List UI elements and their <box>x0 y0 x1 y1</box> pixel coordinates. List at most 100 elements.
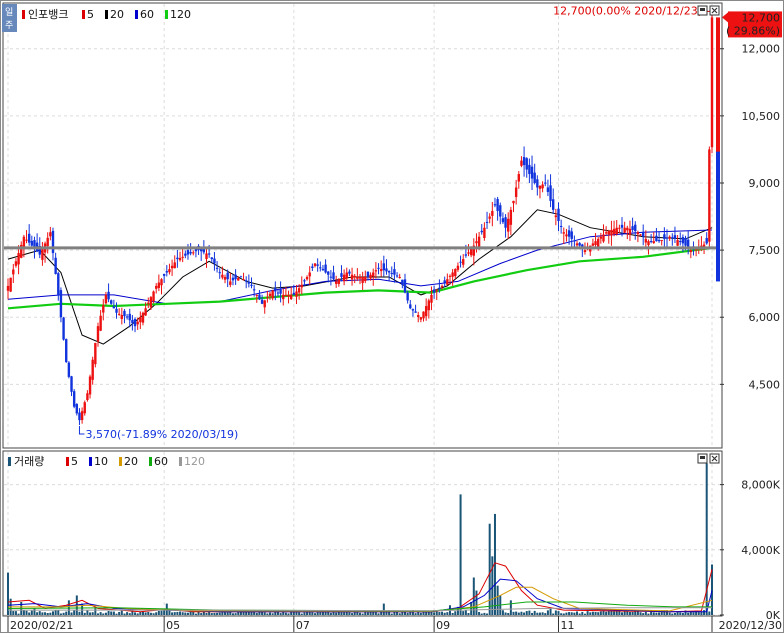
candle-body <box>17 253 20 265</box>
candle-body <box>681 237 685 244</box>
volume-bar <box>59 613 62 615</box>
candle-body <box>448 275 452 277</box>
volume-bar <box>335 612 338 615</box>
candle-body <box>80 411 84 421</box>
candle-body <box>128 313 131 321</box>
price-tick-label: 6,000 <box>749 311 781 324</box>
volume-bar <box>141 611 144 615</box>
volume-bar <box>269 612 272 615</box>
candle-body <box>626 227 629 231</box>
candle-body <box>512 200 515 204</box>
candle-body <box>242 279 245 281</box>
candle-body <box>70 376 73 392</box>
volume-bar <box>475 590 478 615</box>
volume-bar <box>139 611 142 615</box>
volume-bar <box>671 613 674 615</box>
candle-body <box>596 238 600 248</box>
volume-bar <box>560 613 563 615</box>
volume-bar <box>467 612 470 615</box>
volume-bar <box>544 613 547 615</box>
candle-body <box>51 230 55 254</box>
legend-label-5: 5 <box>87 8 94 21</box>
candle-body <box>189 251 192 254</box>
volume-bar <box>419 612 422 615</box>
candle-body <box>334 281 338 284</box>
legend-series-marker <box>22 10 25 19</box>
candle-body <box>411 309 415 311</box>
candle-body <box>710 17 714 148</box>
volume-bar <box>44 612 47 615</box>
volume-bar <box>152 613 155 615</box>
candle-body <box>665 237 669 239</box>
volume-bar <box>128 613 131 615</box>
volume-bar <box>573 612 576 615</box>
volume-bar <box>687 612 690 615</box>
volume-bar <box>255 612 258 615</box>
candle-body <box>300 284 303 288</box>
volume-bar <box>144 612 147 615</box>
volume-bar <box>483 612 486 615</box>
candle-body <box>152 291 155 302</box>
candle-body <box>123 310 126 317</box>
candle-body <box>274 288 277 292</box>
volume-bar <box>462 611 465 615</box>
candle-body <box>263 300 266 308</box>
x-tick-label: 07 <box>296 619 310 632</box>
candle-body <box>102 305 105 313</box>
candle-body <box>641 231 645 237</box>
volume-bar <box>163 610 166 615</box>
volume-bar <box>147 611 150 615</box>
volume-bar <box>284 612 287 615</box>
candle-body <box>266 297 269 299</box>
candle-body <box>689 250 693 253</box>
candle-body <box>149 297 153 308</box>
volume-bar <box>451 612 454 615</box>
volume-legend-marker-10 <box>89 457 92 466</box>
volume-bar <box>107 611 110 615</box>
volume-legend-label-5: 5 <box>71 455 78 468</box>
candle-body <box>379 269 383 272</box>
volume-legend-marker <box>8 457 11 466</box>
candle-body <box>348 271 351 274</box>
volume-bar <box>464 610 467 615</box>
candle-body <box>313 263 317 266</box>
volume-bar <box>239 612 242 615</box>
candle-body <box>554 215 558 218</box>
volume-bar <box>613 611 616 615</box>
volume-bar <box>73 610 76 615</box>
volume-bar <box>578 613 581 615</box>
candle-body <box>438 287 441 289</box>
candle-body <box>250 284 253 286</box>
volume-bar <box>594 611 597 615</box>
candle-body <box>567 230 571 237</box>
volume-bar <box>205 612 208 615</box>
volume-bar <box>446 612 449 615</box>
candle-body <box>708 149 711 242</box>
candle-body <box>623 227 626 233</box>
volume-bar <box>528 610 531 615</box>
candle-body <box>345 272 348 279</box>
volume-bar <box>343 612 346 615</box>
candle-body <box>382 263 386 271</box>
volume-bar <box>104 612 107 615</box>
x-tick-label: 09 <box>436 619 450 632</box>
candle-body <box>252 289 256 291</box>
candle-body <box>459 261 462 263</box>
volume-bar <box>348 612 351 615</box>
candle-body <box>504 217 507 228</box>
candle-body <box>94 342 97 365</box>
candle-body <box>538 185 542 189</box>
volume-bar <box>303 612 306 615</box>
candle-body <box>491 210 494 216</box>
volume-bar <box>179 611 182 615</box>
volume-bar <box>644 611 647 615</box>
volume-bar <box>512 611 515 615</box>
candle-body <box>356 276 359 279</box>
volume-legend-marker-20 <box>119 457 122 466</box>
candle-body <box>676 240 679 246</box>
volume-bar <box>366 612 369 615</box>
candle-body <box>647 241 650 246</box>
volume-bar <box>583 613 586 615</box>
candle-body <box>115 308 118 313</box>
volume-bar <box>216 612 219 615</box>
